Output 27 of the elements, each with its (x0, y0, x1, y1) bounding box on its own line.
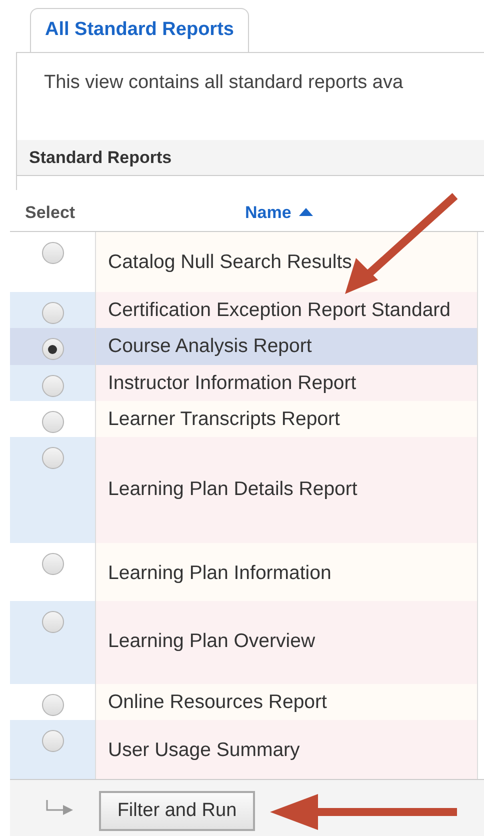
table-cell: Online Resources Report (95, 684, 478, 720)
description-text: This view contains all standard reports ava (43, 71, 404, 95)
radio-button[interactable] (42, 553, 64, 575)
column-header: Select (24, 202, 76, 224)
radio-button[interactable] (42, 375, 64, 397)
table-cell: Instructor Information Report (95, 365, 478, 401)
radio-button[interactable] (42, 302, 64, 324)
table-cell: Learning Plan Overview (95, 601, 478, 684)
radio-button[interactable] (42, 411, 64, 433)
filter-and-run-button[interactable]: Filter and Run (99, 791, 255, 831)
radio-button[interactable] (42, 338, 64, 360)
radio-button[interactable] (42, 611, 64, 633)
table-cell: Course Analysis Report (95, 328, 478, 365)
return-arrow-icon (45, 800, 75, 816)
section-header: Standard Reports (17, 140, 484, 176)
table-cell: User Usage Summary (95, 720, 478, 779)
radio-button[interactable] (42, 694, 64, 716)
table-cell: Certification Exception Report Standard (95, 292, 478, 328)
table-cell: Learning Plan Information (95, 543, 478, 601)
radio-button[interactable] (42, 242, 64, 264)
radio-button[interactable] (42, 730, 64, 752)
table-cell: Learner Transcripts Report (95, 401, 478, 437)
radio-button[interactable] (42, 447, 64, 469)
column-header[interactable]: Name (245, 200, 314, 225)
tab[interactable]: All Standard Reports (30, 8, 249, 53)
table-cell: Learning Plan Details Report (95, 437, 478, 543)
table-cell: Catalog Null Search Results (95, 232, 478, 292)
